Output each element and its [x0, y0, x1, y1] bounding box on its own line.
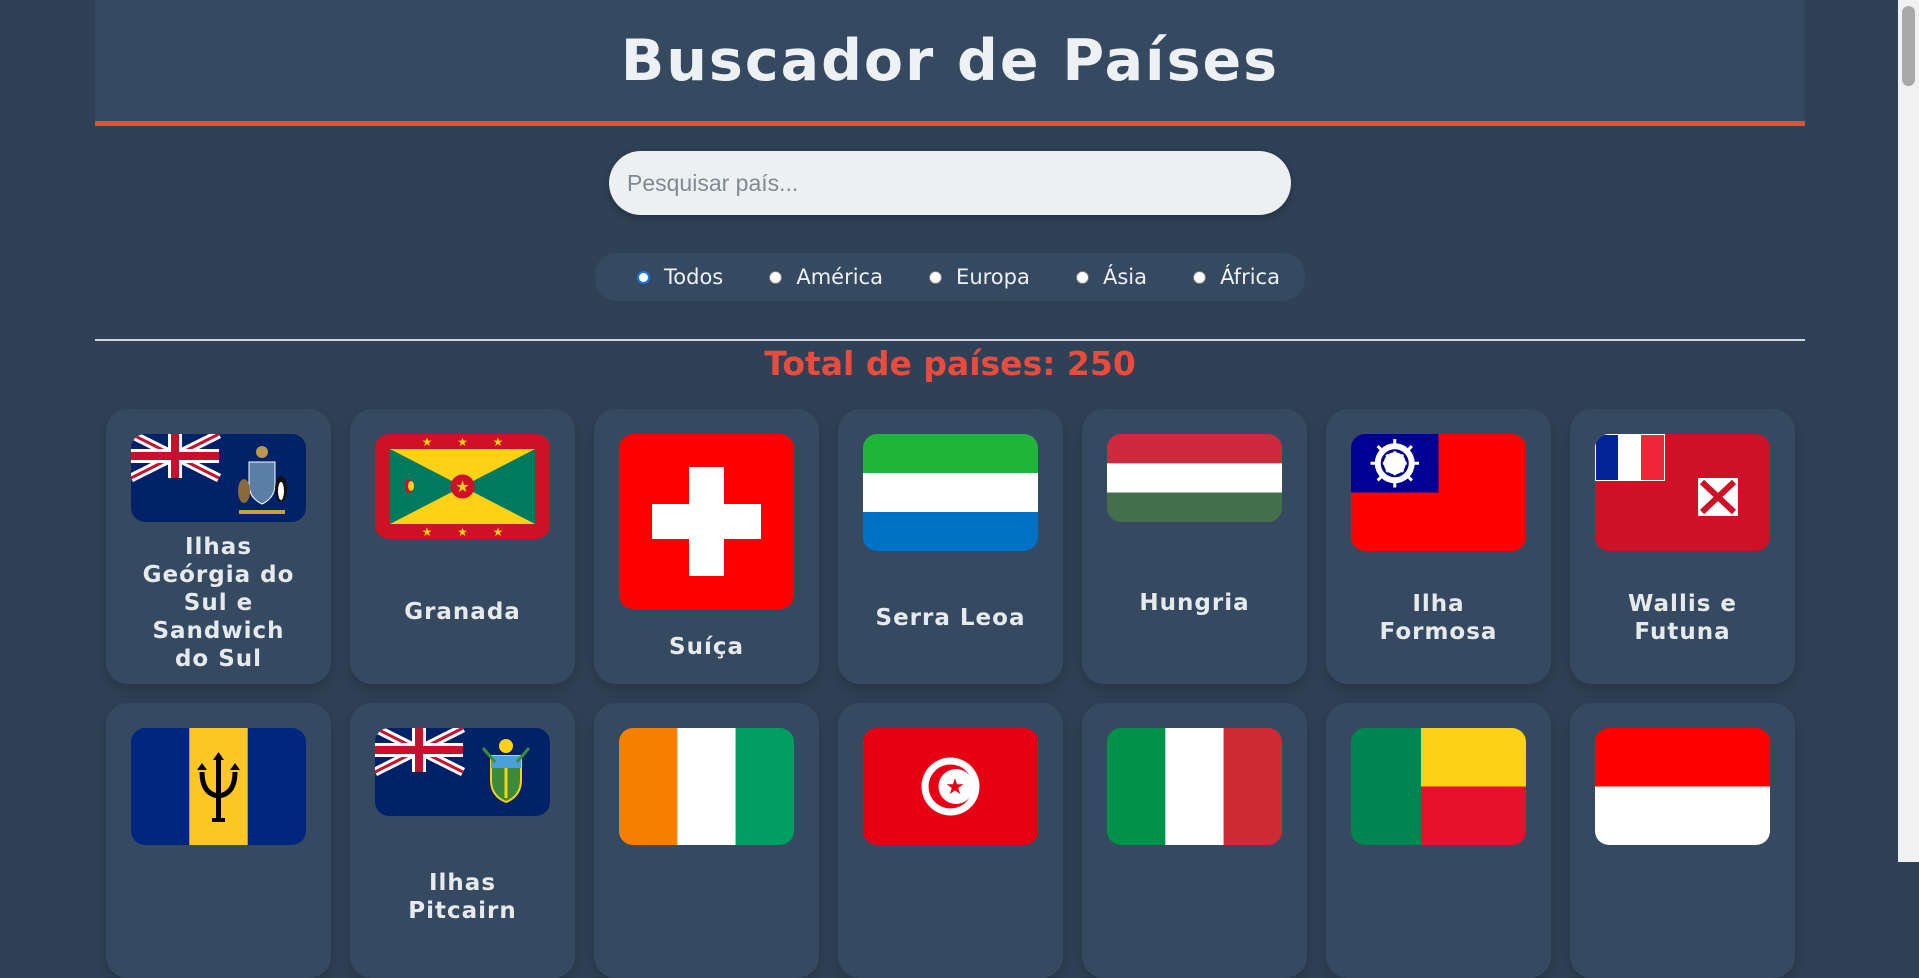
- divider: [95, 339, 1805, 341]
- ivory-coast-flag-icon: [619, 728, 794, 845]
- svg-text:★: ★: [457, 435, 468, 449]
- filter-asia[interactable]: Ásia: [1075, 265, 1147, 289]
- country-card[interactable]: [1326, 703, 1551, 978]
- radio-todos[interactable]: [637, 270, 650, 284]
- country-card[interactable]: Ilha Formosa: [1326, 409, 1551, 684]
- search-input[interactable]: [609, 151, 1291, 215]
- filter-label: Ásia: [1102, 265, 1147, 289]
- radio-america[interactable]: [769, 270, 783, 284]
- radio-asia[interactable]: [1075, 270, 1089, 284]
- country-card[interactable]: Hungria: [1082, 409, 1307, 684]
- filter-label: África: [1220, 265, 1280, 289]
- country-name: Ilhas Pitcairn: [408, 870, 517, 924]
- filter-label: Todos: [664, 265, 724, 289]
- filter-europa[interactable]: Europa: [929, 265, 1030, 289]
- filter-label: América: [796, 265, 883, 289]
- country-card[interactable]: [594, 703, 819, 978]
- svg-text:★: ★: [455, 477, 469, 496]
- country-card[interactable]: ★: [838, 703, 1063, 978]
- svg-text:★: ★: [422, 525, 433, 539]
- italy-flag-icon: [1107, 728, 1282, 845]
- country-grid: Ilhas Geórgia do Sul e Sandwich do Sul ★…: [95, 409, 1805, 978]
- country-card[interactable]: [1082, 703, 1307, 978]
- filters-wrapper: Todos América Europa Ásia África: [95, 253, 1805, 301]
- svg-text:★: ★: [457, 525, 468, 539]
- country-name: Ilhas Geórgia do Sul e Sandwich do Sul: [142, 534, 295, 672]
- south-georgia-flag-icon: [131, 434, 306, 522]
- indonesia-flag-icon: [1595, 728, 1770, 845]
- tunisia-flag-icon: ★: [863, 728, 1038, 845]
- page-header: Buscador de Países: [95, 0, 1805, 126]
- radio-africa[interactable]: [1193, 270, 1207, 284]
- country-card[interactable]: [1570, 703, 1795, 978]
- country-card[interactable]: Suíça: [594, 409, 819, 684]
- country-name: Serra Leoa: [875, 604, 1026, 631]
- country-card[interactable]: Wallis e Futuna: [1570, 409, 1795, 684]
- country-card[interactable]: Ilhas Geórgia do Sul e Sandwich do Sul: [106, 409, 331, 684]
- switzerland-flag-icon: [619, 434, 794, 609]
- country-name: Wallis e Futuna: [1627, 590, 1738, 645]
- app-container: Buscador de Países Todos América Europa …: [95, 0, 1805, 978]
- country-card[interactable]: ★ ★ ★ ★ ★ ★ ★ Granada: [350, 409, 575, 684]
- country-name: Suíça: [669, 633, 744, 660]
- svg-text:★: ★: [422, 435, 433, 449]
- country-name: Granada: [404, 598, 521, 625]
- benin-flag-icon: [1351, 728, 1526, 845]
- svg-text:★: ★: [493, 435, 504, 449]
- grenada-flag-icon: ★ ★ ★ ★ ★ ★ ★: [375, 434, 550, 539]
- country-card[interactable]: Ilhas Pitcairn: [350, 703, 575, 978]
- svg-text:★: ★: [945, 775, 965, 800]
- search-wrapper: [95, 151, 1805, 215]
- sierra-leone-flag-icon: [863, 434, 1038, 551]
- wallis-futuna-flag-icon: [1595, 434, 1770, 551]
- filter-todos[interactable]: Todos: [637, 265, 723, 289]
- taiwan-flag-icon: [1351, 434, 1526, 551]
- svg-text:★: ★: [493, 525, 504, 539]
- filter-america[interactable]: América: [769, 265, 883, 289]
- vertical-scrollbar[interactable]: [1898, 0, 1919, 862]
- filter-africa[interactable]: África: [1193, 265, 1280, 289]
- country-card[interactable]: [106, 703, 331, 978]
- total-count: Total de países: 250: [764, 344, 1136, 383]
- scrollbar-thumb[interactable]: [1902, 6, 1915, 86]
- pitcairn-flag-icon: [375, 728, 550, 816]
- barbados-flag-icon: [131, 728, 306, 845]
- country-name: Hungria: [1139, 590, 1250, 616]
- region-filter-group: Todos América Europa Ásia África: [595, 253, 1305, 301]
- country-card[interactable]: Serra Leoa: [838, 409, 1063, 684]
- filter-label: Europa: [956, 265, 1030, 289]
- radio-europa[interactable]: [929, 270, 943, 284]
- hungary-flag-icon: [1107, 434, 1282, 522]
- country-name: Ilha Formosa: [1379, 590, 1498, 645]
- page-title: Buscador de Países: [620, 27, 1280, 94]
